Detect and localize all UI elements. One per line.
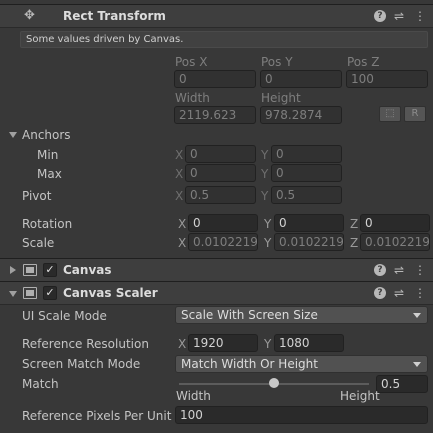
ui-scale-mode-dropdown[interactable]: Scale With Screen Size bbox=[175, 306, 428, 324]
presets-icon[interactable]: ⇌ bbox=[394, 9, 404, 23]
match-height-label: Height bbox=[340, 389, 380, 403]
rotation-y-field[interactable]: 0 bbox=[274, 214, 344, 232]
width-header: Width bbox=[175, 91, 210, 105]
rotation-y-axis[interactable]: Y bbox=[264, 217, 271, 231]
anchors-min-y-axis: Y bbox=[261, 148, 269, 162]
pivot-x-axis: X bbox=[175, 189, 184, 203]
reference-resolution-label: Reference Resolution bbox=[22, 337, 149, 351]
reference-pixels-per-unit-field[interactable]: 100 bbox=[175, 406, 428, 424]
ui-scale-mode-value: Scale With Screen Size bbox=[181, 308, 318, 322]
screen-match-mode-value: Match Width Or Height bbox=[181, 357, 318, 371]
match-label: Match bbox=[22, 377, 59, 391]
rotation-x-axis[interactable]: X bbox=[178, 217, 186, 231]
blueprint-mode-button[interactable]: ⬚ bbox=[379, 106, 401, 122]
move-arrows-icon: ✥ bbox=[24, 8, 35, 23]
match-slider-thumb[interactable] bbox=[269, 378, 279, 388]
anchors-label: Anchors bbox=[22, 128, 71, 142]
canvas-scaler-enabled-checkbox[interactable]: ✓ bbox=[43, 286, 57, 300]
menu-icon[interactable]: ⋮ bbox=[414, 286, 426, 300]
anchors-max-x-field: 0 bbox=[185, 164, 256, 182]
canvas-scaler-icon bbox=[23, 287, 37, 299]
anchors-max-y-field: 0 bbox=[271, 164, 342, 182]
pos-z-header: Pos Z bbox=[347, 55, 380, 69]
scale-y-field: 0.0102219 bbox=[274, 233, 344, 251]
menu-icon[interactable]: ⋮ bbox=[414, 9, 426, 23]
scale-z-axis[interactable]: Z bbox=[350, 236, 358, 250]
reference-resolution-y-axis[interactable]: Y bbox=[264, 337, 271, 351]
width-field: 2119.623 bbox=[174, 106, 256, 124]
height-field: 978.2874 bbox=[260, 106, 342, 124]
anchors-max-x-axis: X bbox=[175, 167, 184, 181]
reference-resolution-x-field[interactable]: 1920 bbox=[188, 334, 258, 352]
pos-z-field: 100 bbox=[346, 70, 428, 88]
rect-transform-title: Rect Transform bbox=[63, 9, 166, 23]
anchors-min-label: Min bbox=[37, 148, 59, 162]
help-icon[interactable]: ? bbox=[374, 287, 386, 299]
pivot-y-axis: Y bbox=[261, 189, 269, 203]
menu-icon[interactable]: ⋮ bbox=[414, 263, 426, 277]
anchors-max-label: Max bbox=[37, 167, 62, 181]
match-width-label: Width bbox=[176, 389, 211, 403]
reference-resolution-y-field[interactable]: 1080 bbox=[274, 334, 344, 352]
scale-z-field: 0.0102219 bbox=[360, 233, 430, 251]
pivot-label: Pivot bbox=[22, 189, 52, 203]
raw-edit-button[interactable]: R bbox=[404, 106, 426, 122]
screen-match-mode-label: Screen Match Mode bbox=[22, 357, 141, 371]
reference-pixels-per-unit-label: Reference Pixels Per Unit bbox=[22, 409, 172, 423]
help-icon[interactable]: ? bbox=[374, 10, 386, 22]
rotation-label: Rotation bbox=[22, 217, 73, 231]
anchors-min-y-field: 0 bbox=[271, 145, 342, 163]
canvas-icon bbox=[23, 264, 37, 276]
anchors-min-x-field: 0 bbox=[185, 145, 256, 163]
scale-label: Scale bbox=[22, 236, 55, 250]
pivot-y-field: 0.5 bbox=[271, 186, 342, 204]
rotation-x-field[interactable]: 0 bbox=[188, 214, 258, 232]
canvas-scaler-title: Canvas Scaler bbox=[63, 286, 158, 300]
chevron-down-icon bbox=[413, 362, 421, 367]
rotation-z-field[interactable]: 0 bbox=[360, 214, 430, 232]
canvas-scaler-foldout-icon[interactable] bbox=[9, 291, 17, 297]
presets-icon[interactable]: ⇌ bbox=[394, 263, 404, 277]
canvas-foldout-icon[interactable] bbox=[10, 266, 16, 274]
anchors-max-y-axis: Y bbox=[261, 167, 269, 181]
driven-values-info: Some values driven by Canvas. bbox=[20, 31, 428, 48]
rotation-z-axis[interactable]: Z bbox=[350, 217, 358, 231]
pivot-x-field: 0.5 bbox=[185, 186, 256, 204]
canvas-enabled-checkbox[interactable]: ✓ bbox=[43, 263, 57, 277]
pos-x-field: 0 bbox=[174, 70, 256, 88]
ui-scale-mode-label: UI Scale Mode bbox=[22, 309, 107, 323]
help-icon[interactable]: ? bbox=[374, 264, 386, 276]
presets-icon[interactable]: ⇌ bbox=[394, 286, 404, 300]
anchors-min-x-axis: X bbox=[175, 148, 184, 162]
scale-x-axis[interactable]: X bbox=[178, 236, 186, 250]
match-field[interactable]: 0.5 bbox=[376, 375, 428, 393]
pos-x-header: Pos X bbox=[175, 55, 208, 69]
chevron-down-icon bbox=[413, 313, 421, 318]
screen-match-mode-dropdown[interactable]: Match Width Or Height bbox=[175, 355, 428, 373]
canvas-scaler-header[interactable]: ✓ Canvas Scaler ? ⇌ ⋮ bbox=[0, 281, 433, 305]
anchors-foldout-icon[interactable] bbox=[9, 132, 17, 138]
scale-y-axis[interactable]: Y bbox=[264, 236, 271, 250]
rect-transform-header[interactable]: ✥ Rect Transform ? ⇌ ⋮ bbox=[0, 4, 433, 28]
scale-x-field: 0.0102219 bbox=[188, 233, 258, 251]
canvas-title: Canvas bbox=[63, 263, 112, 277]
pos-y-field: 0 bbox=[260, 70, 342, 88]
pos-y-header: Pos Y bbox=[261, 55, 293, 69]
reference-resolution-x-axis[interactable]: X bbox=[178, 337, 186, 351]
height-header: Height bbox=[261, 91, 301, 105]
canvas-header[interactable]: ✓ Canvas ? ⇌ ⋮ bbox=[0, 258, 433, 282]
